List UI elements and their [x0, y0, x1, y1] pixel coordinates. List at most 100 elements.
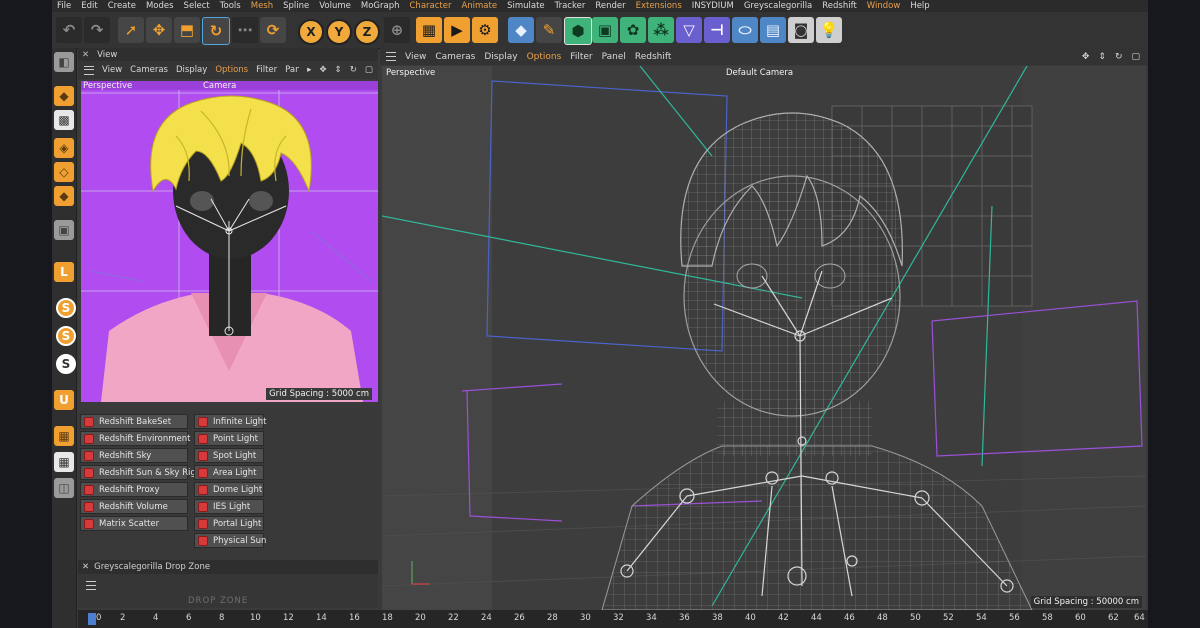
- menu-mesh[interactable]: Mesh: [246, 0, 278, 12]
- right-menu-filter[interactable]: Filter: [570, 52, 592, 62]
- hamburger-icon[interactable]: [386, 52, 396, 61]
- move-view-icon[interactable]: ✥: [1082, 52, 1090, 62]
- list-item-rs-sun-sky-rig[interactable]: Redshift Sun & Sky Rig: [80, 465, 196, 480]
- move-tool-button[interactable]: ✥: [146, 17, 172, 43]
- right-menu-cameras[interactable]: Cameras: [435, 52, 475, 62]
- menu-mograph[interactable]: MoGraph: [356, 0, 405, 12]
- redo-button[interactable]: ↷: [84, 17, 110, 43]
- left-camera-label[interactable]: Camera: [203, 81, 236, 91]
- close-icon[interactable]: ✕: [82, 562, 89, 572]
- menu-spline[interactable]: Spline: [278, 0, 314, 12]
- make-editable-icon[interactable]: ◧: [54, 52, 74, 72]
- menu-help[interactable]: Help: [905, 0, 934, 12]
- grid-workplane-icon[interactable]: ▦: [54, 452, 74, 472]
- right-viewport-canvas[interactable]: Perspective Default Camera Grid Spacing …: [382, 66, 1146, 610]
- model-mode-icon[interactable]: ◆: [54, 86, 74, 106]
- menu-select[interactable]: Select: [179, 0, 215, 12]
- render-settings-button[interactable]: ⚙: [472, 17, 498, 43]
- menu-redshift[interactable]: Redshift: [817, 0, 862, 12]
- workplane-icon[interactable]: ▦: [54, 426, 74, 446]
- left-menu-cameras[interactable]: Cameras: [130, 65, 168, 75]
- subdivision-surface-button[interactable]: ⬢: [564, 17, 592, 45]
- cube-object-button[interactable]: ◆: [508, 17, 534, 43]
- field-button[interactable]: ⬭: [732, 17, 758, 43]
- array-button[interactable]: ✿: [620, 17, 646, 43]
- menu-render[interactable]: Render: [590, 0, 630, 12]
- toggle-view-icon[interactable]: ▢: [1131, 52, 1140, 62]
- list-item-matrix-scatter[interactable]: Matrix Scatter: [80, 516, 188, 531]
- y-axis-lock-button[interactable]: Y: [326, 19, 352, 45]
- playhead-marker[interactable]: [88, 613, 96, 625]
- scale-tool-button[interactable]: ⬒: [174, 17, 200, 43]
- render-picture-viewer-button[interactable]: ▶: [444, 17, 470, 43]
- light-object-button[interactable]: 💡: [816, 17, 842, 43]
- zoom-view-icon[interactable]: ⇕: [335, 65, 342, 75]
- timeline-ruler[interactable]: 0 2 4 6 8 10 12 14 16 18 20 22 24 26 28 …: [78, 610, 1148, 628]
- snap-magnet-icon[interactable]: U: [54, 390, 74, 410]
- z-axis-lock-button[interactable]: Z: [354, 19, 380, 45]
- right-camera-label[interactable]: Default Camera: [726, 68, 793, 78]
- list-item-rs-bakeset[interactable]: Redshift BakeSet: [80, 414, 188, 429]
- right-menu-panel[interactable]: Panel: [602, 52, 626, 62]
- left-menu-filter[interactable]: Filter: [256, 65, 277, 75]
- list-item-spot-light[interactable]: Spot Light: [194, 448, 264, 463]
- polygons-mode-icon[interactable]: ◆: [54, 186, 74, 206]
- right-menu-options[interactable]: Options: [527, 52, 562, 62]
- bend-deformer-button[interactable]: ⊣: [704, 17, 730, 43]
- solo-hierarchy-icon[interactable]: S: [56, 326, 76, 346]
- solo-off-icon[interactable]: S: [56, 354, 76, 374]
- select-tool-button[interactable]: ➚: [118, 17, 144, 43]
- list-item-infinite-light[interactable]: Infinite Light: [194, 414, 266, 429]
- rotate-view-icon[interactable]: ↻: [1115, 52, 1123, 62]
- left-menu-options[interactable]: Options: [215, 65, 248, 75]
- left-menu-view[interactable]: View: [102, 65, 122, 75]
- list-item-rs-proxy[interactable]: Redshift Proxy: [80, 482, 188, 497]
- menu-window[interactable]: Window: [862, 0, 906, 12]
- menu-simulate[interactable]: Simulate: [502, 0, 550, 12]
- list-item-rs-environment[interactable]: Redshift Environment: [80, 431, 190, 446]
- pen-tool-button[interactable]: ✎: [536, 17, 562, 43]
- right-menu-view[interactable]: View: [405, 52, 426, 62]
- axis-mode-icon[interactable]: L: [54, 262, 74, 282]
- menu-extensions[interactable]: Extensions: [631, 0, 687, 12]
- list-item-point-light[interactable]: Point Light: [194, 431, 264, 446]
- list-item-portal-light[interactable]: Portal Light: [194, 516, 264, 531]
- menu-edit[interactable]: Edit: [76, 0, 102, 12]
- list-item-rs-sky[interactable]: Redshift Sky: [80, 448, 188, 463]
- hamburger-icon[interactable]: [86, 581, 96, 590]
- chevron-right-icon[interactable]: ▸: [307, 65, 311, 75]
- menu-create[interactable]: Create: [103, 0, 141, 12]
- left-viewport-canvas[interactable]: Perspective Camera Grid Spacing : 5000 c…: [81, 81, 378, 402]
- recent-tool-button[interactable]: ⋯: [232, 17, 258, 43]
- undo-button[interactable]: ↶: [56, 17, 82, 43]
- toggle-view-icon[interactable]: ▢: [365, 65, 373, 75]
- list-item-physical-sun[interactable]: Physical Sun: [194, 533, 266, 548]
- move-view-icon[interactable]: ✥: [319, 65, 326, 75]
- menu-modes[interactable]: Modes: [141, 0, 179, 12]
- locked-workplane-icon[interactable]: ◫: [54, 478, 74, 498]
- camera-object-button[interactable]: ◙: [788, 17, 814, 43]
- list-item-rs-volume[interactable]: Redshift Volume: [80, 499, 188, 514]
- coordinate-system-button[interactable]: ⟳: [260, 17, 286, 43]
- list-item-ies-light[interactable]: IES Light: [194, 499, 264, 514]
- right-menu-redshift[interactable]: Redshift: [635, 52, 672, 62]
- menu-character[interactable]: Character: [405, 0, 457, 12]
- menu-volume[interactable]: Volume: [314, 0, 356, 12]
- close-icon[interactable]: ✕: [82, 50, 89, 60]
- deformer-button[interactable]: ▽: [676, 17, 702, 43]
- world-coords-button[interactable]: ⊕: [384, 17, 410, 43]
- menu-greyscalegorilla[interactable]: Greyscalegorilla: [739, 0, 817, 12]
- floor-object-button[interactable]: ▤: [760, 17, 786, 43]
- rotate-view-icon[interactable]: ↻: [350, 65, 357, 75]
- list-item-area-light[interactable]: Area Light: [194, 465, 264, 480]
- extrude-button[interactable]: ▣: [592, 17, 618, 43]
- render-view-button[interactable]: ▦: [416, 17, 442, 43]
- menu-tracker[interactable]: Tracker: [550, 0, 591, 12]
- left-menu-panel[interactable]: Panel: [285, 65, 299, 75]
- solo-icon[interactable]: S: [56, 298, 76, 318]
- rotate-tool-button[interactable]: ↻: [202, 17, 230, 45]
- right-menu-display[interactable]: Display: [484, 52, 517, 62]
- points-mode-icon[interactable]: ◈: [54, 138, 74, 158]
- uv-mode-icon[interactable]: ▣: [54, 220, 74, 240]
- zoom-view-icon[interactable]: ⇕: [1098, 52, 1106, 62]
